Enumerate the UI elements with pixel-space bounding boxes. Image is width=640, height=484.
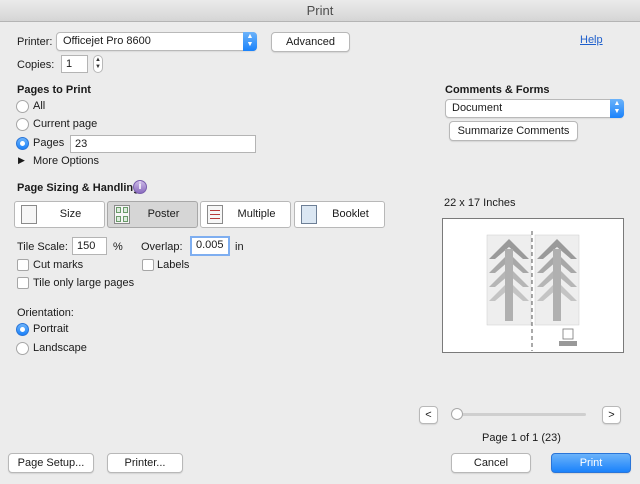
previous-page-button[interactable]: < bbox=[419, 406, 438, 424]
radio-all-label: All bbox=[33, 100, 46, 112]
tile-scale-unit: % bbox=[113, 241, 123, 253]
page-sizing-heading: Page Sizing & Handling bbox=[17, 182, 140, 194]
cut-marks-checkbox[interactable] bbox=[17, 259, 29, 271]
comments-forms-select[interactable]: Document ▲ ▼ bbox=[445, 99, 624, 118]
copies-stepper[interactable]: ▲ ▼ bbox=[93, 55, 103, 73]
printer-label: Printer: bbox=[17, 36, 53, 48]
paper-size-label: 22 x 17 Inches bbox=[444, 197, 516, 209]
radio-landscape-label: Landscape bbox=[33, 342, 87, 354]
overlap-label: Overlap: bbox=[141, 241, 183, 253]
cancel-button[interactable]: Cancel bbox=[451, 453, 531, 473]
multiple-icon bbox=[207, 205, 223, 224]
printer-select[interactable]: Officejet Pro 8600 ▲ ▼ bbox=[56, 32, 257, 51]
page-setup-button[interactable]: Page Setup... bbox=[8, 453, 94, 473]
radio-landscape[interactable] bbox=[16, 342, 29, 355]
labels-label: Labels bbox=[157, 259, 190, 271]
select-arrows-icon: ▲ ▼ bbox=[243, 32, 257, 51]
tab-poster-label: Poster bbox=[147, 208, 180, 220]
pages-range-input[interactable]: 23 bbox=[70, 135, 256, 153]
tab-size-label: Size bbox=[59, 208, 82, 220]
poster-icon bbox=[114, 205, 130, 224]
summarize-comments-button[interactable]: Summarize Comments bbox=[449, 121, 578, 141]
booklet-icon bbox=[301, 205, 317, 224]
info-icon[interactable]: i bbox=[133, 180, 147, 194]
disclosure-triangle-icon[interactable]: ▶ bbox=[18, 155, 25, 166]
tile-large-pages-checkbox[interactable] bbox=[17, 277, 29, 289]
tab-booklet[interactable]: Booklet bbox=[294, 201, 385, 228]
more-options-toggle[interactable]: More Options bbox=[33, 155, 99, 167]
cut-marks-label: Cut marks bbox=[33, 259, 84, 271]
tab-multiple-label: Multiple bbox=[237, 208, 276, 220]
select-arrows-icon: ▲ ▼ bbox=[610, 99, 624, 118]
tab-multiple[interactable]: Multiple bbox=[200, 201, 291, 228]
advanced-button[interactable]: Advanced bbox=[271, 32, 350, 52]
poster-preview-image bbox=[486, 231, 580, 351]
radio-current-page[interactable] bbox=[16, 118, 29, 131]
page-slider-knob[interactable] bbox=[451, 408, 463, 420]
overlap-input[interactable]: 0.005 bbox=[190, 236, 230, 256]
orientation-heading: Orientation: bbox=[17, 307, 74, 319]
tab-size[interactable]: Size bbox=[14, 201, 105, 228]
next-page-button[interactable]: > bbox=[602, 406, 621, 424]
help-link[interactable]: Help bbox=[580, 34, 603, 46]
size-icon bbox=[21, 205, 37, 224]
copies-input[interactable]: 1 bbox=[61, 55, 88, 73]
overlap-unit: in bbox=[235, 241, 244, 253]
printer-select-value: Officejet Pro 8600 bbox=[63, 35, 151, 47]
pages-to-print-heading: Pages to Print bbox=[17, 84, 91, 96]
copies-label: Copies: bbox=[17, 59, 55, 71]
tab-poster[interactable]: Poster bbox=[107, 201, 198, 228]
radio-portrait-label: Portrait bbox=[33, 323, 69, 335]
tile-large-pages-label: Tile only large pages bbox=[33, 277, 135, 289]
radio-pages[interactable] bbox=[16, 137, 29, 150]
comments-forms-select-value: Document bbox=[452, 102, 503, 114]
radio-all[interactable] bbox=[16, 100, 29, 113]
window-title: Print bbox=[0, 0, 640, 22]
printer-button[interactable]: Printer... bbox=[107, 453, 183, 473]
radio-pages-label: Pages bbox=[33, 137, 65, 149]
radio-portrait[interactable] bbox=[16, 323, 29, 336]
labels-checkbox[interactable] bbox=[142, 259, 154, 271]
page-slider-track[interactable] bbox=[452, 413, 586, 416]
tile-scale-input[interactable]: 150 bbox=[72, 237, 107, 255]
print-button[interactable]: Print bbox=[551, 453, 631, 473]
comments-forms-heading: Comments & Forms bbox=[445, 84, 550, 96]
tile-scale-label: Tile Scale: bbox=[17, 241, 68, 253]
radio-current-page-label: Current page bbox=[33, 118, 98, 130]
print-preview bbox=[442, 218, 624, 353]
tab-booklet-label: Booklet bbox=[332, 208, 369, 220]
page-status: Page 1 of 1 (23) bbox=[482, 432, 561, 444]
